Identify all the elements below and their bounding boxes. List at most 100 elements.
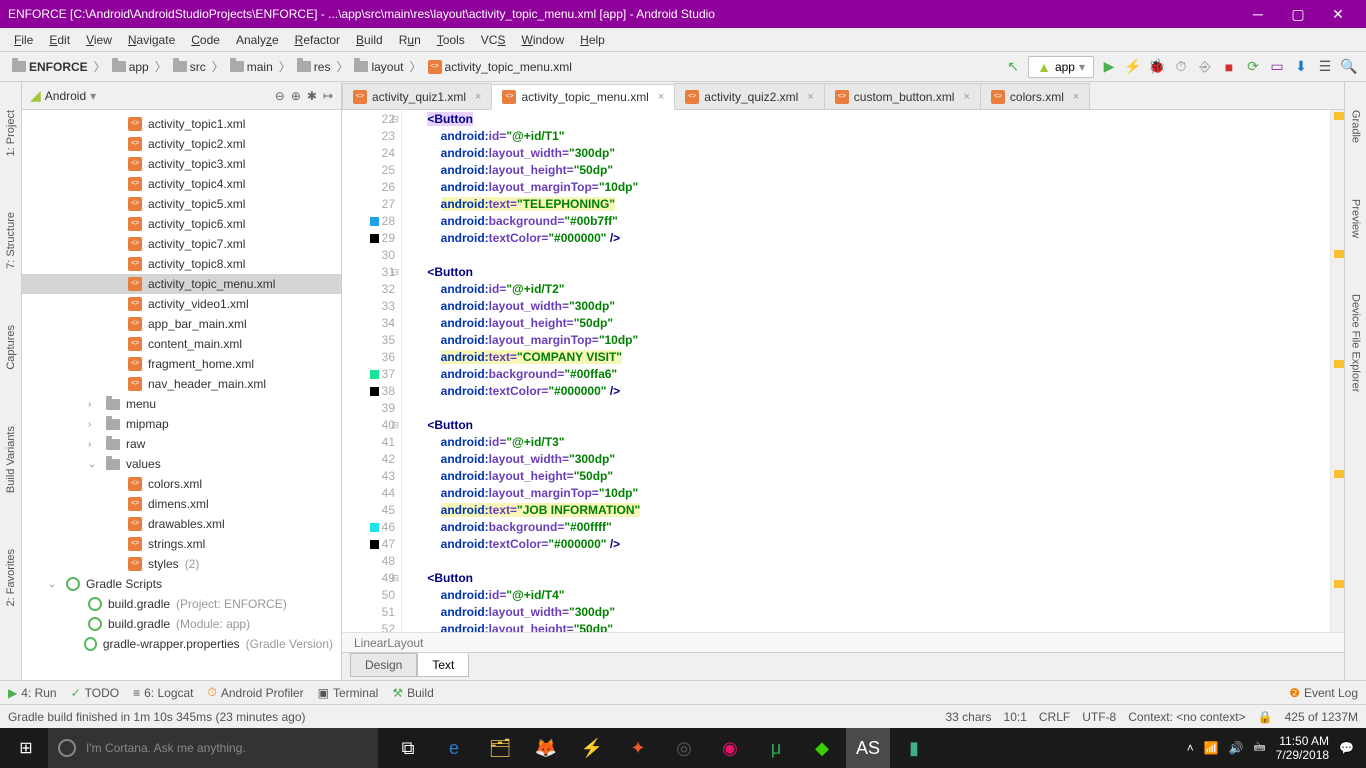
search-button[interactable]: 🔍 xyxy=(1340,58,1358,76)
tree-item[interactable]: ›mipmap xyxy=(22,414,341,434)
firefox-icon[interactable]: 🦊 xyxy=(524,728,568,768)
tool-window-button[interactable]: Captures xyxy=(3,317,19,378)
tool-todo[interactable]: ✓TODO xyxy=(71,686,120,700)
warning-marker[interactable] xyxy=(1334,580,1344,588)
start-button[interactable]: ⊞ xyxy=(4,728,48,768)
status-context[interactable]: Context: <no context> xyxy=(1128,710,1245,724)
winamp-icon[interactable]: ⚡ xyxy=(570,728,614,768)
avd-button[interactable]: ▭ xyxy=(1268,58,1286,76)
menu-vcs[interactable]: VCS xyxy=(475,31,512,49)
tree-item[interactable]: ⌄Gradle Scripts xyxy=(22,574,341,594)
tree-item[interactable]: activity_topic8.xml xyxy=(22,254,341,274)
project-view-selector[interactable]: ◢ Android ▾ xyxy=(30,87,96,104)
warning-marker[interactable] xyxy=(1334,250,1344,258)
tool-logcat[interactable]: ≡6: Logcat xyxy=(133,686,193,700)
status-cursor-pos[interactable]: 10:1 xyxy=(1004,710,1027,724)
tree-item[interactable]: ›menu xyxy=(22,394,341,414)
line-icon[interactable]: ◆ xyxy=(800,728,844,768)
tool-profiler[interactable]: ⏱Android Profiler xyxy=(208,685,304,700)
warning-marker[interactable] xyxy=(1334,360,1344,368)
tree-item[interactable]: activity_video1.xml xyxy=(22,294,341,314)
app-icon[interactable]: ◉ xyxy=(708,728,752,768)
tree-arrow-icon[interactable]: › xyxy=(88,439,100,450)
tree-item[interactable]: activity_topic3.xml xyxy=(22,154,341,174)
app-icon[interactable]: ▮ xyxy=(892,728,936,768)
menu-window[interactable]: Window xyxy=(515,31,570,49)
menu-help[interactable]: Help xyxy=(574,31,611,49)
menu-view[interactable]: View xyxy=(80,31,118,49)
tree-item[interactable]: app_bar_main.xml xyxy=(22,314,341,334)
editor-tab[interactable]: custom_button.xml× xyxy=(824,83,981,109)
structure-button[interactable]: ☰ xyxy=(1316,58,1334,76)
breadcrumb-item[interactable]: src xyxy=(169,58,210,76)
tree-arrow-icon[interactable]: › xyxy=(88,399,100,410)
menu-edit[interactable]: Edit xyxy=(43,31,76,49)
menu-file[interactable]: File xyxy=(8,31,39,49)
status-memory[interactable]: 425 of 1237M xyxy=(1285,710,1358,724)
tool-window-button[interactable]: Device File Explorer xyxy=(1348,286,1364,400)
run-config-selector[interactable]: ▲ app ▾ xyxy=(1028,56,1094,78)
menu-build[interactable]: Build xyxy=(350,31,389,49)
tool-window-button[interactable]: Gradle xyxy=(1348,102,1364,151)
editor-tab[interactable]: colors.xml× xyxy=(980,83,1090,109)
tree-item[interactable]: activity_topic1.xml xyxy=(22,114,341,134)
tray-language-icon[interactable]: 🖮 xyxy=(1254,738,1266,759)
tree-item[interactable]: fragment_home.xml xyxy=(22,354,341,374)
tree-item[interactable]: drawables.xml xyxy=(22,514,341,534)
editor-breadcrumb[interactable]: LinearLayout xyxy=(342,632,1344,652)
tree-item[interactable]: activity_topic2.xml xyxy=(22,134,341,154)
tab-close-icon[interactable]: × xyxy=(807,91,813,103)
steam-icon[interactable]: ◎ xyxy=(662,728,706,768)
tree-item[interactable]: ⌄values xyxy=(22,454,341,474)
tool-window-button[interactable]: 1: Project xyxy=(3,102,19,164)
tray-chevron-icon[interactable]: ˄ xyxy=(1187,741,1194,755)
warning-marker[interactable] xyxy=(1334,470,1344,478)
menu-refactor[interactable]: Refactor xyxy=(289,31,346,49)
tab-close-icon[interactable]: × xyxy=(1073,91,1079,103)
tray-notifications-icon[interactable]: 💬 xyxy=(1339,741,1354,755)
explorer-icon[interactable]: 🗂 xyxy=(478,728,522,768)
tree-item[interactable]: ›raw xyxy=(22,434,341,454)
back-icon[interactable]: ↖ xyxy=(1004,58,1022,76)
tree-item[interactable]: build.gradle (Project: ENFORCE) xyxy=(22,594,341,614)
tree-arrow-icon[interactable]: › xyxy=(88,419,100,430)
tool-run[interactable]: ▶4: Run xyxy=(8,686,57,700)
sync-button[interactable]: ⟳ xyxy=(1244,58,1262,76)
apply-changes-button[interactable]: ⚡ xyxy=(1124,58,1142,76)
breadcrumb-item[interactable]: layout xyxy=(350,58,407,76)
project-target-icon[interactable]: ⊕ xyxy=(291,89,301,103)
tree-item[interactable]: colors.xml xyxy=(22,474,341,494)
menu-code[interactable]: Code xyxy=(185,31,226,49)
project-settings-icon[interactable]: ✱ xyxy=(307,89,317,103)
breadcrumb-item[interactable]: main xyxy=(226,58,277,76)
app-icon[interactable]: ✦ xyxy=(616,728,660,768)
status-lock-icon[interactable]: 🔒 xyxy=(1258,710,1273,724)
stop-button[interactable]: ■ xyxy=(1220,58,1238,76)
tab-text[interactable]: Text xyxy=(417,653,469,677)
tab-close-icon[interactable]: × xyxy=(475,91,481,103)
tree-arrow-icon[interactable]: ⌄ xyxy=(88,459,100,470)
tree-item[interactable]: activity_topic6.xml xyxy=(22,214,341,234)
tray-volume-icon[interactable]: 🔊 xyxy=(1229,741,1244,755)
tool-eventlog[interactable]: ❷Event Log xyxy=(1289,686,1358,700)
tree-arrow-icon[interactable]: ⌄ xyxy=(48,579,60,590)
tree-item[interactable]: activity_topic7.xml xyxy=(22,234,341,254)
tab-close-icon[interactable]: × xyxy=(658,91,664,103)
tool-window-button[interactable]: Preview xyxy=(1348,191,1364,246)
profile-button[interactable]: ⏱ xyxy=(1172,58,1190,76)
tree-item[interactable]: nav_header_main.xml xyxy=(22,374,341,394)
tree-item[interactable]: dimens.xml xyxy=(22,494,341,514)
editor-tab[interactable]: activity_topic_menu.xml× xyxy=(491,84,675,110)
warning-marker[interactable] xyxy=(1334,112,1344,120)
task-view-button[interactable]: ⧉ xyxy=(386,728,430,768)
tab-close-icon[interactable]: × xyxy=(963,91,969,103)
tool-window-button[interactable]: 2: Favorites xyxy=(3,541,19,614)
code-area[interactable]: <Button android:id="@+id/T1" android:lay… xyxy=(402,110,1330,632)
close-button[interactable]: ✕ xyxy=(1318,0,1358,28)
tree-item[interactable]: content_main.xml xyxy=(22,334,341,354)
tab-design[interactable]: Design xyxy=(350,653,417,677)
menu-navigate[interactable]: Navigate xyxy=(122,31,181,49)
editor-tab[interactable]: activity_quiz2.xml× xyxy=(674,83,824,109)
tool-window-button[interactable]: 7: Structure xyxy=(3,204,19,277)
status-encoding[interactable]: UTF-8 xyxy=(1082,710,1116,724)
